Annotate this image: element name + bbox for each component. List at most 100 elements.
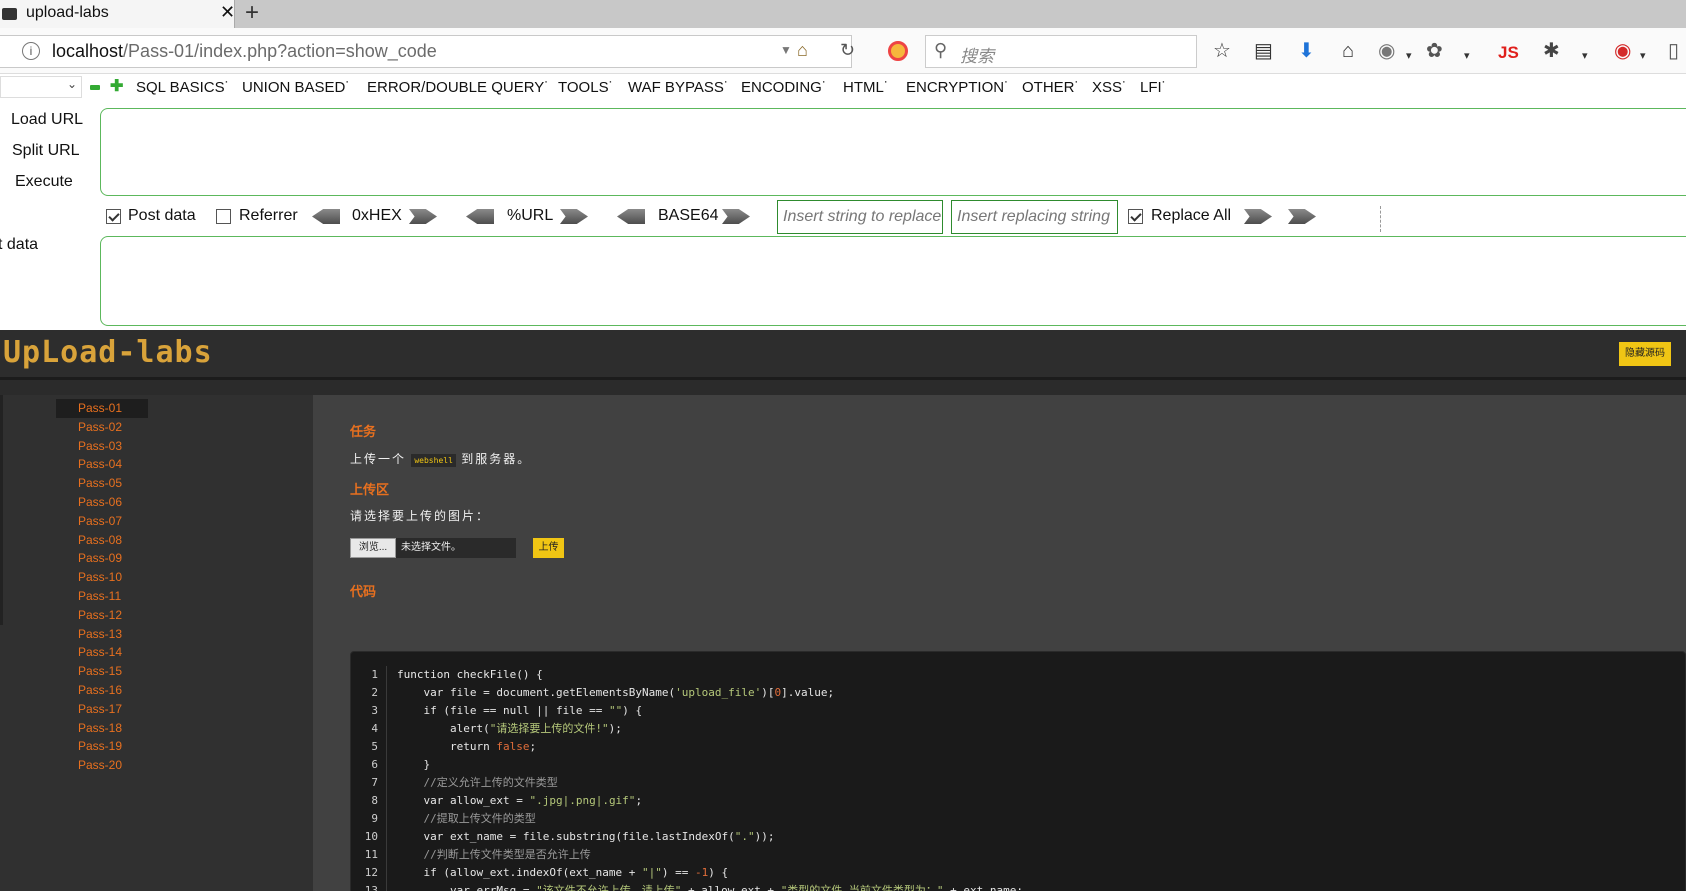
menu-sql-basics[interactable]: SQL BASICS˙ [136,79,230,96]
menu-union-based[interactable]: UNION BASED˙ [242,79,350,96]
dropdown-icon[interactable]: ▾ [1406,46,1412,66]
task-heading: 任务 [350,424,377,439]
bug-icon[interactable]: ✱ [1543,41,1560,61]
code-token: function [397,668,457,681]
execute-button[interactable]: Execute [15,173,73,191]
file-name-field[interactable]: 未选择文件。 [396,538,516,558]
menu-icon[interactable]: ▯ [1668,41,1679,61]
reading-list-icon[interactable]: ▤ [1254,41,1273,61]
line-number: 9 [371,812,378,825]
js-icon[interactable]: JS [1498,43,1519,63]
sidebar-item-pass-5[interactable]: Pass-05 [56,474,148,493]
line-number: 2 [371,686,378,699]
base64-decode-icon[interactable] [617,209,645,224]
line-number: 5 [371,740,378,753]
home-icon[interactable]: ⌂ [1342,41,1354,61]
split-url-button[interactable]: Split URL [12,142,80,160]
url-decode-icon[interactable] [466,209,494,224]
menu-waf-bypass[interactable]: WAF BYPASS˙ [628,79,729,96]
new-tab-icon[interactable]: + [245,0,259,26]
site-info-icon[interactable]: i [22,42,40,60]
code-lines: function checkFile() { var file = docume… [397,666,1677,891]
code-line: } [397,756,1677,774]
bookmark-star-icon[interactable]: ☆ [1213,41,1231,61]
code-line: var ext_name = file.substring(file.lastI… [397,828,1677,846]
menu-encryption[interactable]: ENCRYPTION˙ [906,79,1009,96]
dropdown-icon[interactable]: ▾ [1640,46,1646,66]
replace-string-input[interactable]: Insert string to replace [777,200,943,234]
chevron-down-icon: ⌄ [66,77,77,91]
home-page-icon[interactable]: ⌂ [797,40,808,61]
sidebar-item-pass-17[interactable]: Pass-17 [56,700,148,719]
reload-icon[interactable]: ↻ [840,40,855,61]
url-encode-icon[interactable] [560,209,588,224]
sidebar-item-pass-16[interactable]: Pass-16 [56,681,148,700]
noscript-icon[interactable] [888,41,908,61]
sidebar-item-pass-3[interactable]: Pass-03 [56,437,148,456]
browse-button[interactable]: 浏览... [350,538,396,558]
sidebar-item-pass-20[interactable]: Pass-20 [56,756,148,775]
hex-decode-icon[interactable] [312,209,340,224]
address-bar[interactable]: i localhost/Pass-01/index.php?action=sho… [0,35,852,68]
close-tab-icon[interactable]: ✕ [220,2,235,23]
upload-heading: 上传区 [350,482,390,497]
menu-xss[interactable]: XSS˙ [1092,79,1127,96]
code-line: if (file == null || file == "") { [397,702,1677,720]
upload-button[interactable]: 上传 [533,538,564,558]
decrease-icon[interactable] [90,85,100,90]
code-token: () { [516,668,543,681]
hex-encode-icon[interactable] [409,209,437,224]
logo[interactable]: UpLoad-labs [3,335,213,370]
search-box[interactable]: ⚲ 搜索 [925,35,1197,68]
sidebar-item-pass-1[interactable]: Pass-01 [56,399,148,418]
menu-lfi[interactable]: LFI˙ [1140,79,1167,96]
post-data-textarea[interactable] [100,236,1686,326]
sidebar-item-pass-9[interactable]: Pass-09 [56,549,148,568]
referrer-checkbox[interactable] [216,209,231,224]
menu-other[interactable]: OTHER˙ [1022,79,1080,96]
sidebar-item-pass-13[interactable]: Pass-13 [56,625,148,644]
sidebar-item-pass-19[interactable]: Pass-19 [56,737,148,756]
code-token: "|" [642,866,662,879]
replacing-string-input[interactable]: Insert replacing string [951,200,1118,234]
hide-source-button[interactable]: 隐藏源码 [1619,342,1671,366]
menu-tools[interactable]: TOOLS˙ [558,79,614,96]
base64-encode-icon[interactable] [722,209,750,224]
sidebar-item-pass-12[interactable]: Pass-12 [56,606,148,625]
load-url-button[interactable]: Load URL [11,111,83,129]
tab-upload-labs[interactable]: upload-labs ✕ [0,0,235,28]
replace-all-checkbox[interactable] [1128,209,1143,224]
url-dropdown-icon[interactable]: ▼ [780,43,792,57]
hackbar-select[interactable]: ⌄ [0,76,82,98]
sidebar-item-pass-7[interactable]: Pass-07 [56,512,148,531]
firebug-icon[interactable]: ◉ [1614,41,1631,61]
sidebar-item-pass-10[interactable]: Pass-10 [56,568,148,587]
download-icon[interactable]: ⬇ [1298,41,1315,61]
menu-html[interactable]: HTML˙ [843,79,889,96]
increase-icon[interactable]: ✚ [110,79,123,95]
menu-error-double-query[interactable]: ERROR/DOUBLE QUERY˙ [367,79,549,96]
post-data-checkbox[interactable] [106,209,121,224]
sidebar-item-pass-8[interactable]: Pass-08 [56,531,148,550]
replace-next-icon[interactable] [1288,209,1316,224]
palette-icon[interactable]: ✿ [1426,41,1443,61]
menu-encoding[interactable]: ENCODING˙ [741,79,827,96]
sidebar-item-pass-18[interactable]: Pass-18 [56,719,148,738]
sidebar-item-pass-4[interactable]: Pass-04 [56,455,148,474]
addon-globe-icon[interactable]: ◉ [1378,41,1395,61]
replace-arrow-icon[interactable] [1244,209,1272,224]
dropdown-icon[interactable]: ▾ [1582,46,1588,66]
tab-strip: upload-labs ✕ + [0,0,1686,28]
code-line: //判断上传文件类型是否允许上传 [397,846,1677,864]
url-text[interactable]: localhost/Pass-01/index.php?action=show_… [52,41,437,62]
code-line: var file = document.getElementsByName('u… [397,684,1677,702]
sidebar-item-pass-6[interactable]: Pass-06 [56,493,148,512]
sidebar-item-pass-2[interactable]: Pass-02 [56,418,148,437]
webshell-chip: webshell [411,454,456,467]
sidebar-item-pass-14[interactable]: Pass-14 [56,643,148,662]
sidebar-item-pass-11[interactable]: Pass-11 [56,587,148,606]
dropdown-icon[interactable]: ▾ [1464,46,1470,66]
post-data-field-label: t data [0,236,39,253]
url-textarea[interactable] [100,108,1686,196]
sidebar-item-pass-15[interactable]: Pass-15 [56,662,148,681]
